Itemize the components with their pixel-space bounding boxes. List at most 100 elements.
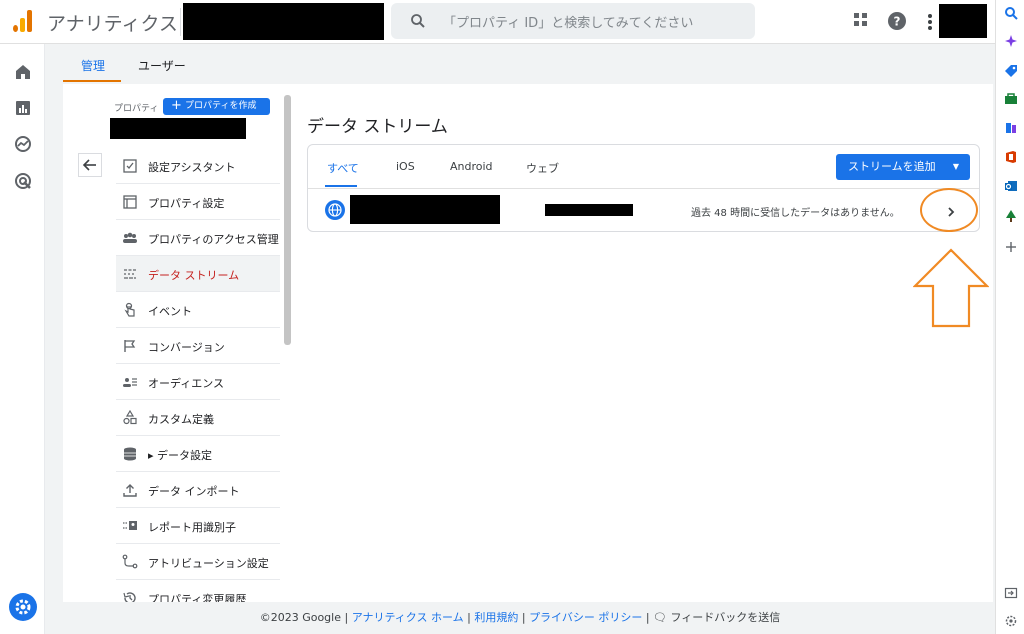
- globe-icon: [325, 200, 345, 220]
- feedback-link[interactable]: 🗨 フィードバックを送信: [653, 611, 780, 624]
- copyright: ©2023 Google: [259, 611, 341, 624]
- sparkle-icon[interactable]: [1004, 34, 1018, 48]
- tree-icon[interactable]: [1004, 209, 1018, 223]
- annotation-arrow-icon: [913, 248, 989, 328]
- tab-web[interactable]: ウェブ: [526, 160, 559, 176]
- shapes-icon: [123, 410, 137, 425]
- create-property-label: プロパティを作成: [185, 101, 257, 111]
- highlight-circle: [920, 188, 978, 232]
- nav-item-events[interactable]: イベント: [116, 292, 280, 328]
- arrow-back-icon: [82, 159, 96, 171]
- data-streams-icon: [124, 269, 136, 279]
- nav-label: オーディエンス: [148, 377, 225, 390]
- attribution-icon: [122, 554, 138, 569]
- add-stream-label: ストリームを追加: [848, 160, 936, 173]
- admin-tabs: 管理 ユーザー: [45, 44, 995, 84]
- nav-label: プロパティのアクセス管理: [148, 233, 279, 246]
- nav-label: アトリビューション設定: [148, 557, 269, 570]
- toolbox-icon[interactable]: [1004, 92, 1018, 106]
- nav-label: データ ストリーム: [148, 269, 240, 282]
- nav-label: 設定アシスタント: [148, 161, 236, 174]
- property-selector[interactable]: [110, 118, 246, 139]
- expand-arrow-icon[interactable]: ▸: [148, 449, 154, 462]
- tab-android[interactable]: Android: [450, 160, 493, 173]
- property-nav: 設定アシスタント プロパティ設定 プロパティのアクセス管理 データ ストリーム …: [116, 148, 280, 616]
- nav-item-conversions[interactable]: コンバージョン: [116, 328, 280, 364]
- outlook-icon[interactable]: [1004, 179, 1018, 193]
- app-title: アナリティクス: [47, 13, 178, 35]
- gear-icon: [15, 599, 31, 615]
- stream-id: [545, 204, 633, 216]
- chess-icon[interactable]: [1004, 121, 1018, 135]
- dropdown-caret-icon: ▼: [952, 162, 959, 171]
- people-icon: [123, 232, 137, 243]
- database-icon: [124, 447, 136, 461]
- analytics-logo-icon[interactable]: [12, 10, 34, 32]
- search-placeholder: 「プロパティ ID」と検索してみてください: [443, 16, 694, 31]
- home-icon[interactable]: [13, 62, 33, 82]
- nav-item-property-settings[interactable]: プロパティ設定: [116, 184, 280, 220]
- nav-label: データ設定: [157, 449, 213, 462]
- office-icon[interactable]: [1004, 150, 1018, 164]
- browser-sidebar: [995, 0, 1024, 634]
- stream-name[interactable]: [350, 195, 500, 224]
- settings-icon[interactable]: [1004, 614, 1018, 628]
- tab-ios[interactable]: iOS: [396, 160, 415, 173]
- add-stream-button[interactable]: ストリームを追加 ▼: [836, 154, 970, 180]
- nav-label: コンバージョン: [148, 341, 225, 354]
- footer-link-terms[interactable]: 利用規約: [474, 611, 518, 624]
- flag-icon: [124, 340, 136, 352]
- nav-item-property-access[interactable]: プロパティのアクセス管理: [116, 220, 280, 256]
- nav-item-data-import[interactable]: データ インポート: [116, 472, 280, 508]
- nav-item-data-streams[interactable]: データ ストリーム: [116, 256, 280, 292]
- account-selector[interactable]: [183, 3, 384, 40]
- tag-icon[interactable]: [1004, 64, 1018, 78]
- advertising-icon[interactable]: [13, 171, 33, 191]
- active-tab-indicator: [63, 80, 121, 82]
- nav-label: データ インポート: [148, 485, 240, 498]
- nav-item-setup-assistant[interactable]: 設定アシスタント: [116, 148, 280, 184]
- property-settings-icon: [123, 195, 137, 209]
- nav-item-attribution-settings[interactable]: アトリビューション設定: [116, 544, 280, 580]
- divider: [308, 188, 979, 189]
- search-icon[interactable]: [1004, 6, 1018, 20]
- tab-all[interactable]: すべて: [327, 160, 359, 176]
- divider: [180, 8, 181, 36]
- explore-icon[interactable]: [13, 134, 33, 154]
- nav-item-audiences[interactable]: オーディエンス: [116, 364, 280, 400]
- back-button[interactable]: [78, 153, 102, 177]
- search-icon: [411, 14, 425, 28]
- nav-item-reporting-identity[interactable]: レポート用識別子: [116, 508, 280, 544]
- audience-icon: [123, 378, 137, 387]
- help-icon[interactable]: ?: [887, 11, 907, 31]
- tab-user[interactable]: ユーザー: [138, 57, 186, 74]
- checklist-icon: [123, 159, 137, 173]
- admin-gear-button[interactable]: [9, 593, 37, 621]
- nav-label: イベント: [148, 305, 192, 318]
- add-icon[interactable]: [1004, 240, 1018, 254]
- plus-icon: +: [171, 98, 182, 113]
- footer-link-analytics-home[interactable]: アナリティクス ホーム: [352, 611, 464, 624]
- touch-icon: [124, 302, 135, 317]
- nav-item-data-settings[interactable]: ▸ データ設定: [116, 436, 280, 472]
- apps-grid-icon[interactable]: [852, 11, 870, 29]
- feedback-icon: 🗨: [653, 611, 668, 624]
- nav-label: レポート用識別子: [148, 521, 236, 534]
- nav-label: カスタム定義: [148, 413, 214, 426]
- upload-icon: [123, 484, 137, 497]
- more-vert-icon[interactable]: [926, 11, 934, 31]
- account-avatar[interactable]: [939, 4, 987, 38]
- nav-scrollbar[interactable]: [284, 95, 291, 345]
- tab-admin[interactable]: 管理: [81, 57, 105, 74]
- footer-link-privacy[interactable]: プライバシー ポリシー: [529, 611, 642, 624]
- nav-label: プロパティ設定: [148, 197, 225, 210]
- sidebar-collapse-icon[interactable]: [1004, 586, 1018, 600]
- nav-label-group: ▸ データ設定: [148, 447, 212, 463]
- nav-item-custom-definitions[interactable]: カスタム定義: [116, 400, 280, 436]
- stream-status: 過去 48 時間に受信したデータはありません。: [691, 208, 900, 219]
- search-input[interactable]: 「プロパティ ID」と検索してみてください: [391, 3, 755, 39]
- streams-card: すべて iOS Android ウェブ ストリームを追加 ▼ 過去 48 時間に…: [307, 144, 980, 232]
- create-property-button[interactable]: + プロパティを作成: [163, 98, 270, 115]
- reports-icon[interactable]: [13, 98, 33, 118]
- page-title: データ ストリーム: [307, 117, 448, 137]
